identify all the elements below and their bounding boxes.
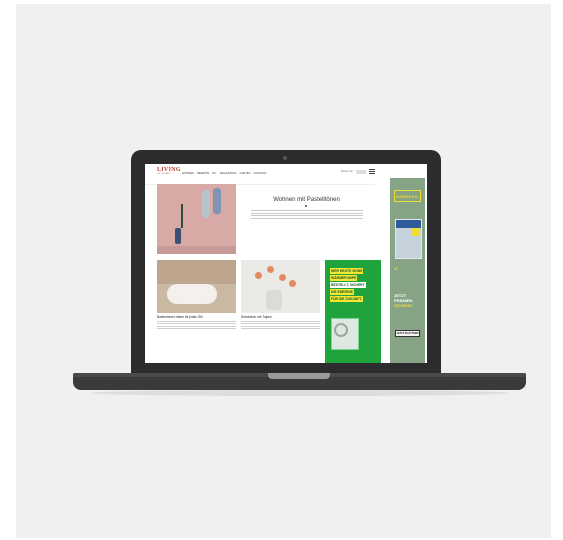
ad-line: WER HEUTE SEINE bbox=[330, 268, 364, 274]
leaflet-header bbox=[396, 220, 421, 228]
ad-brand-logo: HARDECK. bbox=[394, 190, 421, 202]
nav-item[interactable]: COCKTAIL bbox=[254, 172, 267, 175]
login-link[interactable]: Melden Sie bbox=[341, 170, 353, 173]
laptop-lid: LIVING AT HOME WOHNEN REZEPTE DIY MAGAZI… bbox=[131, 150, 441, 375]
nav-item[interactable]: GARTEN bbox=[240, 172, 251, 175]
ad-line: DIE ENERGIE bbox=[330, 289, 354, 295]
hanging-cloth bbox=[202, 190, 210, 218]
hero-image[interactable] bbox=[157, 184, 236, 254]
tulip bbox=[289, 280, 296, 287]
shelf bbox=[157, 246, 236, 254]
leaflet-badge bbox=[411, 228, 420, 236]
vase bbox=[175, 228, 181, 244]
wall bbox=[157, 260, 236, 284]
ad-line: BESTELLT, SICHERT bbox=[330, 282, 366, 288]
card-excerpt bbox=[241, 320, 320, 329]
ad-browse-button[interactable]: JETZT BLÄTTERN bbox=[395, 330, 420, 337]
card-image[interactable] bbox=[157, 260, 236, 313]
nav-item[interactable]: DIY bbox=[212, 172, 216, 175]
ad-line: WÄRMEPUMPE bbox=[330, 275, 358, 281]
card-title[interactable]: Badezimmer-Ideen für jeden Stil bbox=[157, 315, 236, 319]
site-logo[interactable]: LIVING AT HOME bbox=[157, 167, 181, 176]
hero-title[interactable]: Wohnen mit Pastelltönen bbox=[240, 197, 373, 203]
laptop-base bbox=[73, 373, 526, 390]
logo-line-2: AT HOME bbox=[157, 172, 171, 175]
fan-icon bbox=[334, 323, 348, 337]
menu-icon[interactable] bbox=[368, 169, 375, 174]
card-image[interactable] bbox=[241, 260, 320, 313]
article-card[interactable]: Badezimmer-Ideen für jeden Stil bbox=[157, 260, 236, 329]
nav-item[interactable]: REZEPTE bbox=[197, 172, 209, 175]
card-title[interactable]: Dekoideen mit Tulpen bbox=[241, 315, 320, 319]
laptop-shadow bbox=[90, 390, 510, 396]
nav-item[interactable]: MAGAZINGIN bbox=[220, 172, 237, 175]
ad-line: FÜR DIE ZUKUNFT. bbox=[330, 296, 364, 302]
main-nav: WOHNEN REZEPTE DIY MAGAZINGIN GARTEN COC… bbox=[182, 172, 267, 175]
inline-ad[interactable]: WER HEUTE SEINE WÄRMEPUMPE BESTELLT, SIC… bbox=[325, 260, 381, 363]
tulip bbox=[279, 274, 286, 281]
curved-arrow-icon: ↙ bbox=[394, 266, 400, 272]
cta-line: SICHERN. bbox=[394, 303, 414, 308]
tulip bbox=[267, 266, 274, 273]
search-field[interactable] bbox=[355, 169, 366, 174]
camera-icon bbox=[283, 156, 287, 160]
bathtub bbox=[167, 284, 217, 304]
plant-stem bbox=[181, 204, 183, 228]
site-header: LIVING AT HOME WOHNEN REZEPTE DIY MAGAZI… bbox=[145, 164, 375, 185]
ad-cta-text: JETZT PRÄMIEN SICHERN. bbox=[394, 293, 413, 308]
side-ad[interactable]: HARDECK. ↙ JETZT PRÄMIEN SICHERN. JETZT … bbox=[390, 178, 425, 363]
hero-meta bbox=[240, 205, 373, 208]
leaflet-image bbox=[395, 219, 422, 259]
hanging-bag bbox=[213, 188, 221, 214]
vase bbox=[266, 290, 282, 310]
hero-teaser[interactable]: Wohnen mit Pastelltönen bbox=[240, 184, 373, 254]
hero-excerpt bbox=[250, 210, 363, 219]
author-icon bbox=[305, 205, 307, 207]
card-excerpt bbox=[157, 320, 236, 329]
header-right: Melden Sie bbox=[341, 169, 375, 174]
laptop-screen: LIVING AT HOME WOHNEN REZEPTE DIY MAGAZI… bbox=[145, 164, 427, 363]
laptop-notch bbox=[268, 373, 330, 379]
article-card[interactable]: Dekoideen mit Tulpen bbox=[241, 260, 320, 329]
nav-item[interactable]: WOHNEN bbox=[182, 172, 194, 175]
tulip bbox=[255, 272, 262, 279]
